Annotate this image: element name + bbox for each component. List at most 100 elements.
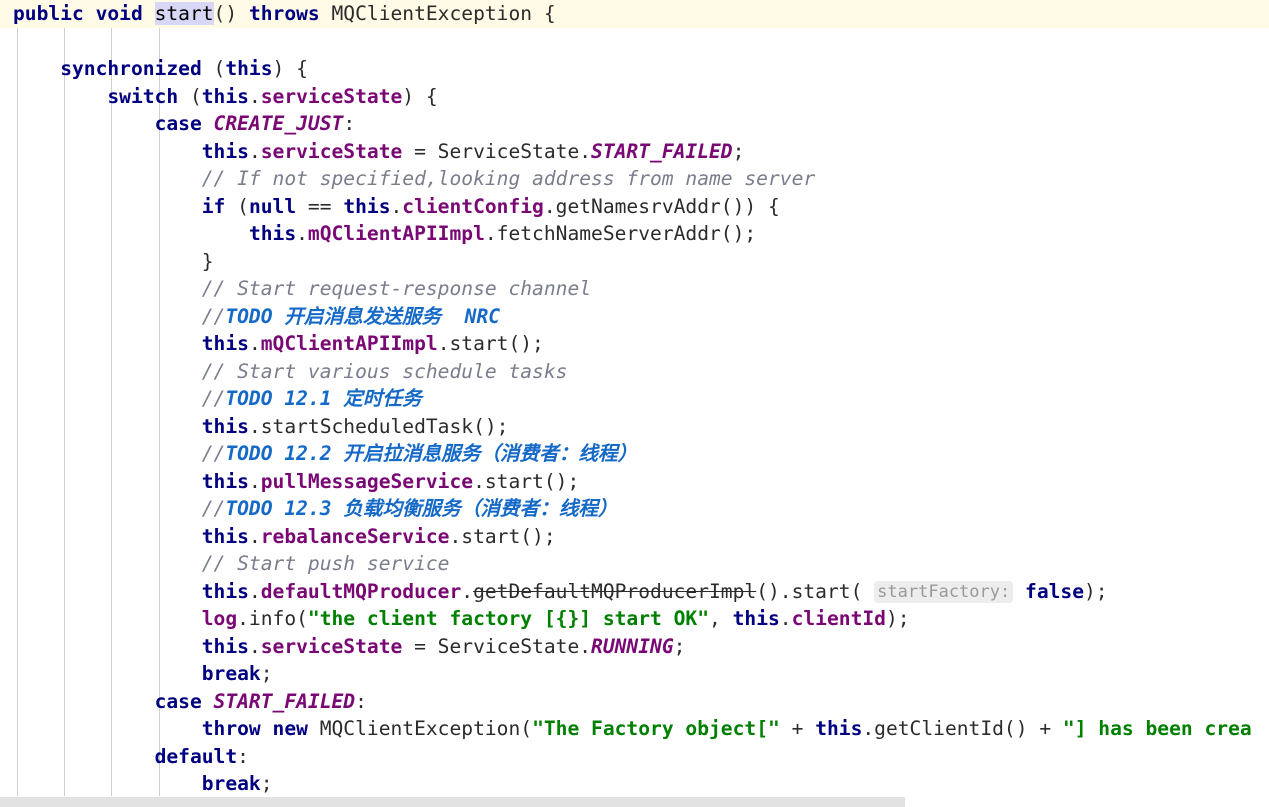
code-token: this [201,84,249,108]
code-token: . [248,634,261,658]
code-line[interactable]: } [0,248,1269,276]
code-line[interactable]: if (null == this.clientConfig.getNamesrv… [0,193,1269,221]
code-token: this [225,57,273,80]
code-token: public [13,2,84,25]
code-token: ( [178,84,202,108]
code-token: "] has been crea [1062,717,1252,740]
code-line[interactable]: this.serviceState = ServiceState.RUNNING… [0,633,1269,661]
code-token: ().start( [756,579,875,603]
code-token: . [248,332,261,355]
code-token: , [709,607,733,630]
code-token: // [201,497,226,520]
code-token: // [201,387,226,410]
code-token: case [154,112,202,135]
code-token: // Start various schedule tasks [201,359,568,383]
code-line[interactable]: this.rebalanceService.start(); [0,523,1269,551]
code-token: this [201,524,249,548]
code-token: : [343,112,356,135]
code-token: mQClientAPIImpl [307,222,485,245]
code-line[interactable]: break; [0,770,1269,798]
code-line[interactable] [0,28,1269,56]
code-token: } [13,249,214,273]
code-line[interactable]: case CREATE_JUST: [0,110,1269,138]
code-content[interactable]: public void start() throws MQClientExcep… [0,0,1269,798]
code-editor[interactable]: public void start() throws MQClientExcep… [0,0,1269,807]
code-line[interactable]: this.startScheduledTask(); [0,413,1269,441]
code-line[interactable]: // If not specified,looking address from… [0,165,1269,193]
code-token: TODO 12.1 定时任务 [225,387,422,410]
code-token: . [779,607,792,630]
code-line[interactable]: //TODO 开启消息发送服务 NRC [0,303,1269,331]
code-token: case [154,689,202,713]
code-token: MQClientException( [307,717,533,740]
code-token: default [154,744,238,768]
code-token: ; [673,634,686,658]
code-token: pullMessageService [260,469,474,493]
code-line[interactable]: default: [0,743,1269,771]
code-token: this [201,469,249,493]
code-token: CREATE_JUST [213,112,344,135]
horizontal-scrollbar-thumb[interactable] [0,797,905,807]
code-token: // [201,304,226,328]
code-line[interactable]: //TODO 12.1 定时任务 [0,385,1269,413]
code-token: null [248,194,297,218]
code-token: mQClientAPIImpl [260,332,438,355]
code-line[interactable]: this.pullMessageService.start(); [0,468,1269,496]
code-line[interactable]: this.serviceState = ServiceState.START_F… [0,138,1269,166]
code-token: startFactory: [874,580,1014,603]
code-line[interactable]: throw new MQClientException("The Factory… [0,715,1269,743]
code-line[interactable]: case START_FAILED: [0,688,1269,716]
code-line[interactable]: // Start various schedule tasks [0,358,1269,386]
code-line[interactable]: synchronized (this) { [0,55,1269,83]
code-line[interactable]: switch (this.serviceState) { [0,83,1269,111]
code-token: this [201,634,249,658]
code-line[interactable]: break; [0,660,1269,688]
code-token: . [248,139,261,163]
code-token: .info( [237,607,308,630]
code-token: this [201,139,249,163]
code-token: START_FAILED [213,689,356,713]
code-token: clientConfig [402,194,544,218]
code-token: ; [260,662,273,685]
code-line[interactable]: //TODO 12.2 开启拉消息服务（消费者：线程） [0,440,1269,468]
code-line[interactable]: // Start request-response channel [0,275,1269,303]
code-line[interactable]: public void start() throws MQClientExcep… [0,0,1269,28]
code-token: this [248,222,297,245]
code-token: serviceState [260,634,403,658]
code-token: . [390,194,403,218]
code-line[interactable]: // Start push service [0,550,1269,578]
code-line[interactable]: this.defaultMQProducer.getDefaultMQProdu… [0,578,1269,606]
code-line[interactable]: this.mQClientAPIImpl.start(); [0,330,1269,358]
code-token: synchronized [60,57,202,80]
code-token: .getNamesrvAddr()) { [543,194,780,218]
code-token: () [213,2,249,25]
code-token: TODO 开启消息发送服务 NRC [225,304,501,328]
code-token: break [201,772,261,795]
code-line[interactable]: //TODO 12.3 负载均衡服务（消费者：线程） [0,495,1269,523]
code-token: rebalanceService [260,524,450,548]
code-token: ); [885,607,910,630]
code-token: log [201,607,238,630]
code-line[interactable]: log.info("the client factory [{}] start … [0,605,1269,633]
code-line[interactable]: this.mQClientAPIImpl.fetchNameServerAddr… [0,220,1269,248]
code-token: .start(); [437,332,544,355]
code-token: new [272,717,308,740]
code-token: START_FAILED [591,139,733,163]
code-token: // Start push service [201,552,450,575]
code-token: . [248,579,261,603]
code-token: // If not specified,looking address from… [201,167,816,190]
code-token: switch [107,84,179,108]
horizontal-scrollbar[interactable] [0,796,1269,807]
